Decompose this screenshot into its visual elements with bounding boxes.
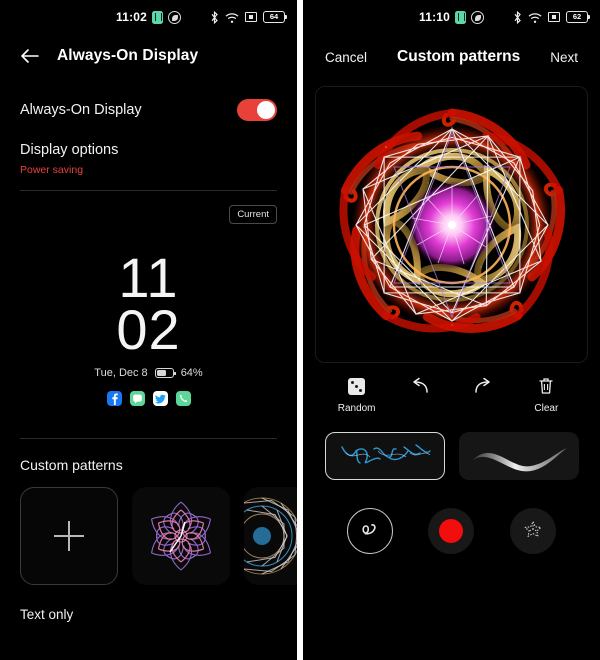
twitter-icon	[152, 391, 168, 407]
bottom-control-row	[303, 508, 600, 554]
battery-level-text: 64	[269, 12, 279, 22]
preview-app-icons	[0, 391, 297, 407]
clear-tool[interactable]: Clear	[518, 375, 574, 414]
pattern-thumbnail-blue[interactable]	[244, 487, 297, 586]
right-status-bar: 11:10 62	[303, 0, 600, 34]
undo-tool[interactable]	[392, 375, 448, 403]
preview-date: Tue, Dec 8	[94, 367, 148, 380]
effects-button[interactable]	[510, 508, 557, 554]
status-bar-clock: 11:10	[418, 10, 451, 24]
color-dot	[439, 519, 464, 543]
action-bar-title: Custom patterns	[397, 48, 521, 65]
canvas-container	[303, 86, 600, 363]
phone-call-icon	[471, 10, 485, 24]
left-status-bar: 11:02 64	[0, 0, 297, 34]
tool-row: Random Clear	[303, 375, 600, 414]
always-on-display-toggle[interactable]	[237, 99, 277, 121]
brush-style-ribbon[interactable]	[459, 432, 579, 480]
trash-icon	[518, 375, 574, 397]
battery-indicator: 62	[566, 11, 591, 23]
toggle-knob	[257, 101, 275, 119]
page-title: Always-On Display	[57, 47, 199, 64]
divider-2	[20, 438, 277, 440]
pattern-thumbnail-purple[interactable]	[132, 487, 230, 586]
cancel-button[interactable]: Cancel	[325, 50, 367, 65]
stroke-style-button[interactable]	[346, 508, 393, 554]
left-phone-screen: 11:02 64 Always-On Display Always-On Dis…	[0, 0, 297, 660]
preview-meta: Tue, Dec 8 64%	[0, 367, 297, 379]
custom-patterns-title: Custom patterns	[20, 457, 123, 474]
squiggle-icon	[358, 517, 382, 546]
always-on-display-label: Always-On Display	[20, 102, 142, 118]
battery-level-text: 62	[572, 12, 582, 22]
phone-icon	[175, 391, 191, 407]
preview-battery-icon	[154, 368, 176, 379]
color-picker-button[interactable]	[428, 508, 475, 554]
redo-icon	[455, 375, 511, 397]
dual-screenshot: 11:02 64 Always-On Display Always-On Dis…	[0, 0, 600, 660]
next-button[interactable]: Next	[550, 50, 578, 65]
bluetooth-icon	[513, 10, 522, 24]
random-tool[interactable]: Random	[329, 375, 385, 414]
preview-clock-minutes: 02	[116, 297, 181, 361]
status-badge: Current	[229, 205, 277, 224]
random-tool-label: Random	[337, 403, 376, 414]
brush-style-row	[303, 432, 600, 480]
wifi-icon	[225, 11, 239, 23]
badge-row: Current	[0, 205, 297, 224]
sim-card-icon	[455, 10, 467, 24]
status-bar-clock: 11:02	[115, 10, 148, 24]
dice-icon	[329, 375, 385, 397]
messages-icon	[129, 391, 145, 407]
preview-clock-hours: 11	[118, 246, 179, 309]
display-options-value: Power saving	[20, 164, 84, 176]
screencast-icon	[548, 12, 560, 22]
add-pattern-thumbnail[interactable]	[20, 487, 118, 586]
custom-patterns-list	[0, 487, 297, 586]
status-bar-right-icons: 64	[210, 10, 288, 24]
plus-icon	[54, 521, 84, 552]
status-bar-right-icons: 62	[513, 10, 591, 24]
sim-card-icon	[152, 10, 164, 24]
always-on-display-row[interactable]: Always-On Display	[0, 90, 297, 130]
text-only-label[interactable]: Text only	[0, 607, 297, 622]
undo-icon	[392, 375, 448, 397]
display-options-label: Display options	[20, 142, 119, 158]
sparkle-star-icon	[522, 518, 544, 545]
wifi-icon	[528, 11, 542, 23]
pattern-canvas[interactable]	[315, 86, 588, 363]
screencast-icon	[245, 12, 257, 22]
aod-preview[interactable]: 11 02 Tue, Dec 8 64%	[0, 246, 297, 407]
action-bar: Cancel Custom patterns Next	[303, 34, 600, 80]
clear-tool-label: Clear	[534, 403, 559, 414]
phone-call-icon	[168, 10, 182, 24]
brush-style-wisp[interactable]	[325, 432, 445, 480]
back-arrow-icon[interactable]	[20, 48, 39, 64]
battery-indicator: 64	[263, 11, 288, 23]
redo-tool[interactable]	[455, 375, 511, 403]
facebook-icon	[106, 391, 122, 407]
preview-battery-percent: 64%	[180, 367, 203, 380]
bluetooth-icon	[210, 10, 219, 24]
app-bar: Always-On Display	[0, 34, 297, 78]
display-options-row[interactable]: Display options Power saving	[0, 142, 297, 176]
right-phone-screen: 11:10 62 Cancel Custom patterns Next Ran…	[303, 0, 600, 660]
divider-1	[20, 190, 277, 191]
